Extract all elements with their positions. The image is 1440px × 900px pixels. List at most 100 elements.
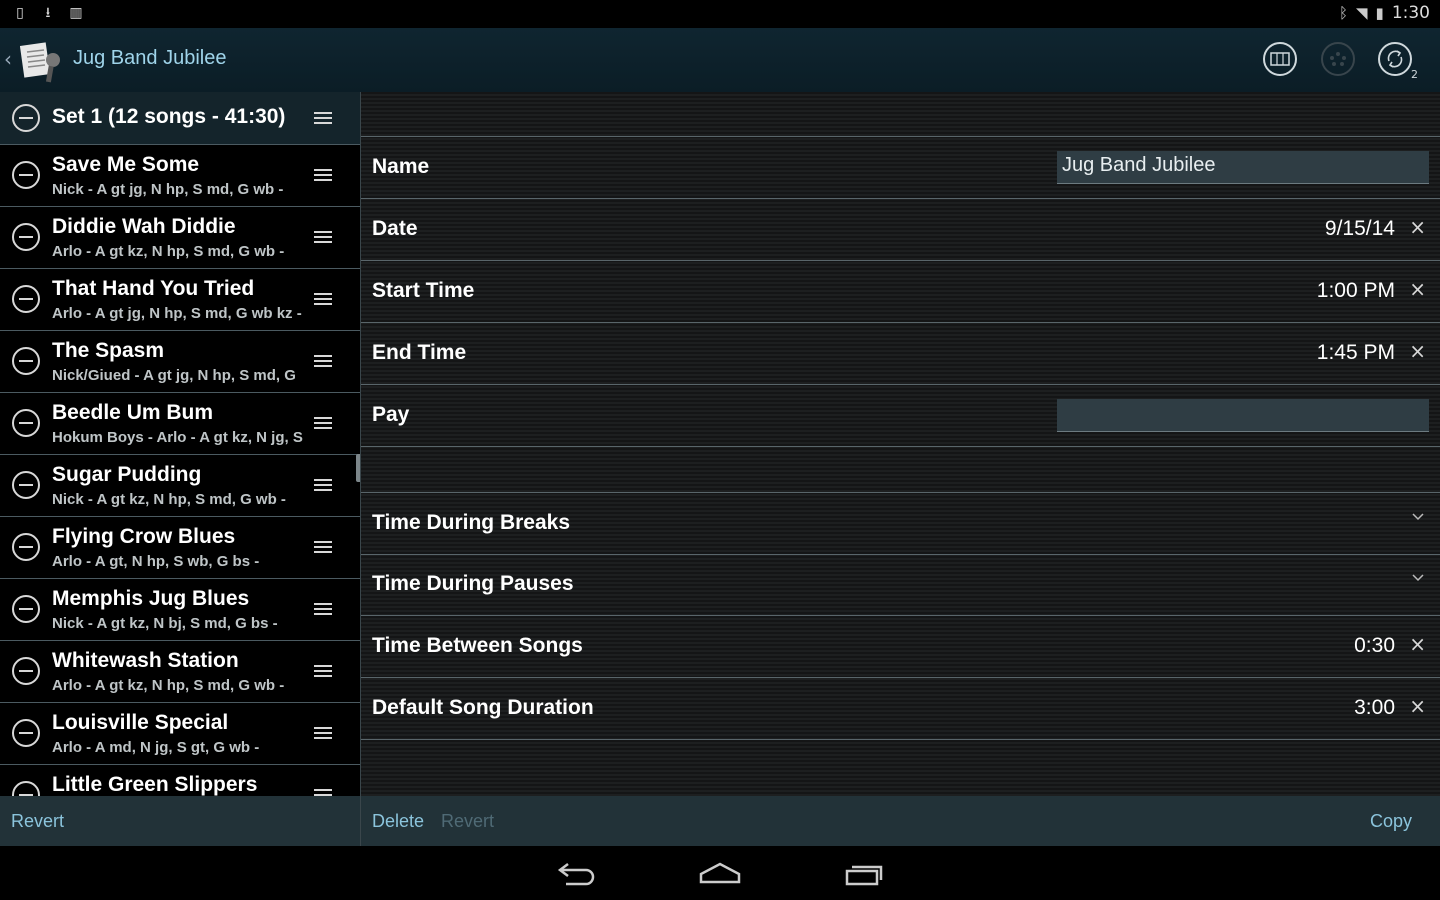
setlist-app-icon[interactable] <box>20 40 62 84</box>
song-row[interactable]: Memphis Jug Blues Nick - A gt kz, N bj, S… <box>0 579 360 641</box>
default-song-duration-value[interactable]: 3:00 <box>1354 696 1395 720</box>
home-icon[interactable] <box>698 860 742 886</box>
song-row[interactable]: Little Green Slippers <box>0 765 360 796</box>
status-bar: ▯ ⭳ ▥ ᛒ ◥ ▮ 1:30 <box>0 0 1440 28</box>
remove-song-icon[interactable] <box>12 533 40 561</box>
song-subtitle: Arlo - A gt, N hp, S wb, G bs - <box>52 553 260 570</box>
song-title: Diddie Wah Diddie <box>52 215 236 238</box>
back-icon[interactable] <box>554 860 598 886</box>
clear-duration-icon[interactable]: × <box>1409 694 1426 718</box>
copy-button[interactable]: Copy <box>1370 811 1412 832</box>
default-song-duration-label: Default Song Duration <box>372 696 594 719</box>
song-list: Save Me Some Nick - A gt jg, N hp, S md, … <box>0 145 360 796</box>
song-subtitle: Arlo - A gt kz, N hp, S md, G wb - <box>52 243 285 260</box>
remove-song-icon[interactable] <box>12 409 40 437</box>
recents-icon[interactable] <box>843 860 887 886</box>
name-input[interactable]: Jug Band Jubilee <box>1057 151 1429 184</box>
drag-handle-icon[interactable] <box>314 169 332 181</box>
set-header[interactable]: Set 1 (12 songs - 41:30) <box>0 92 360 145</box>
date-row[interactable]: Date 9/15/14 × <box>361 199 1440 261</box>
sync-button[interactable] <box>1378 42 1412 76</box>
song-title: The Spasm <box>52 339 165 362</box>
clear-time-between-icon[interactable]: × <box>1409 632 1426 656</box>
time-during-pauses-row[interactable]: Time During Pauses <box>361 554 1440 616</box>
set-title: Set 1 (12 songs - 41:30) <box>52 105 286 128</box>
clear-start-time-icon[interactable]: × <box>1409 277 1426 301</box>
battery-icon: ▮ <box>1375 4 1384 22</box>
pay-label: Pay <box>372 403 410 426</box>
drag-handle-icon[interactable] <box>314 665 332 677</box>
start-time-row[interactable]: Start Time 1:00 PM × <box>361 261 1440 323</box>
song-subtitle: Hokum Boys - Arlo - A gt kz, N jg, S <box>52 429 303 446</box>
remove-song-icon[interactable] <box>12 161 40 189</box>
drag-handle-icon[interactable] <box>314 293 332 305</box>
date-value[interactable]: 9/15/14 <box>1325 217 1395 241</box>
collapse-set-icon[interactable] <box>12 104 40 132</box>
chevron-down-icon[interactable] <box>1412 511 1424 523</box>
song-row[interactable]: Beedle Um Bum Hokum Boys - Arlo - A gt kz… <box>0 393 360 455</box>
song-subtitle: Arlo - A md, N jg, S gt, G wb - <box>52 739 260 756</box>
delete-button[interactable]: Delete <box>372 811 424 832</box>
song-row[interactable]: The Spasm Nick/Giued - A gt jg, N hp, S m… <box>0 331 360 393</box>
song-subtitle: Nick/Giued - A gt jg, N hp, S md, G <box>52 367 296 384</box>
wifi-icon: ◥ <box>1356 4 1368 22</box>
pay-row: Pay <box>361 385 1440 447</box>
clear-date-icon[interactable]: × <box>1409 215 1426 239</box>
drag-handle-icon[interactable] <box>314 231 332 243</box>
song-row[interactable]: Louisville Special Arlo - A md, N jg, S g… <box>0 703 360 765</box>
end-time-row[interactable]: End Time 1:45 PM × <box>361 323 1440 385</box>
time-between-songs-row[interactable]: Time Between Songs 0:30 × <box>361 616 1440 678</box>
right-bottom-toolbar: Delete Revert Copy <box>361 796 1440 846</box>
default-song-duration-row[interactable]: Default Song Duration 3:00 × <box>361 678 1440 740</box>
chevron-down-icon[interactable] <box>1412 572 1424 584</box>
remove-song-icon[interactable] <box>12 285 40 313</box>
remove-song-icon[interactable] <box>12 223 40 251</box>
sync-icon <box>1387 50 1403 68</box>
download-icon: ⭳ <box>45 5 51 21</box>
pay-input[interactable] <box>1057 399 1429 432</box>
drag-handle-icon[interactable] <box>314 541 332 553</box>
song-row[interactable]: That Hand You Tried Arlo - A gt jg, N hp,… <box>0 269 360 331</box>
song-subtitle: Nick - A gt jg, N hp, S md, G wb - <box>52 181 284 198</box>
song-title: Flying Crow Blues <box>52 525 236 548</box>
drag-handle-icon[interactable] <box>314 603 332 615</box>
drag-handle-icon[interactable] <box>314 789 332 796</box>
drag-handle-icon[interactable] <box>314 355 332 367</box>
song-row[interactable]: Sugar Pudding Nick - A gt kz, N hp, S md,… <box>0 455 360 517</box>
drag-handle-icon[interactable] <box>314 727 332 739</box>
start-time-value[interactable]: 1:00 PM <box>1317 279 1395 303</box>
song-title: Whitewash Station <box>52 649 239 672</box>
drag-handle-icon[interactable] <box>314 112 332 124</box>
set-details-pane: Name Jug Band Jubilee Date 9/15/14 × Sta… <box>361 92 1440 796</box>
song-title: Little Green Slippers <box>52 773 258 796</box>
name-label: Name <box>372 155 430 178</box>
clear-end-time-icon[interactable]: × <box>1409 339 1426 363</box>
drag-handle-icon[interactable] <box>314 479 332 491</box>
system-nav-bar <box>0 846 1440 900</box>
revert-set-button[interactable]: Revert <box>11 811 64 832</box>
remove-song-icon[interactable] <box>12 471 40 499</box>
drag-handle-icon[interactable] <box>314 417 332 429</box>
midi-button[interactable] <box>1321 42 1355 76</box>
revert-button[interactable]: Revert <box>441 811 494 832</box>
song-subtitle: Arlo - A gt kz, N hp, S md, G wb - <box>52 677 285 694</box>
time-between-songs-value[interactable]: 0:30 <box>1354 634 1395 658</box>
song-title: Memphis Jug Blues <box>52 587 250 610</box>
song-row[interactable]: Flying Crow Blues Arlo - A gt, N hp, S wb… <box>0 517 360 579</box>
up-caret-icon[interactable]: ‹ <box>4 47 12 71</box>
remove-song-icon[interactable] <box>12 719 40 747</box>
song-row[interactable]: Save Me Some Nick - A gt jg, N hp, S md, … <box>0 145 360 207</box>
remove-song-icon[interactable] <box>12 347 40 375</box>
end-time-label: End Time <box>372 341 467 364</box>
set-list-pane[interactable]: Set 1 (12 songs - 41:30) Save Me Some Nic… <box>0 92 360 796</box>
layout-button[interactable] <box>1263 42 1297 76</box>
remove-song-icon[interactable] <box>12 781 40 796</box>
name-row: Name Jug Band Jubilee <box>361 137 1440 199</box>
remove-song-icon[interactable] <box>12 657 40 685</box>
midi-icon <box>1330 52 1346 66</box>
remove-song-icon[interactable] <box>12 595 40 623</box>
song-row[interactable]: Whitewash Station Arlo - A gt kz, N hp, S… <box>0 641 360 703</box>
end-time-value[interactable]: 1:45 PM <box>1317 341 1395 365</box>
song-row[interactable]: Diddie Wah Diddie Arlo - A gt kz, N hp, S… <box>0 207 360 269</box>
time-during-breaks-row[interactable]: Time During Breaks <box>361 492 1440 555</box>
